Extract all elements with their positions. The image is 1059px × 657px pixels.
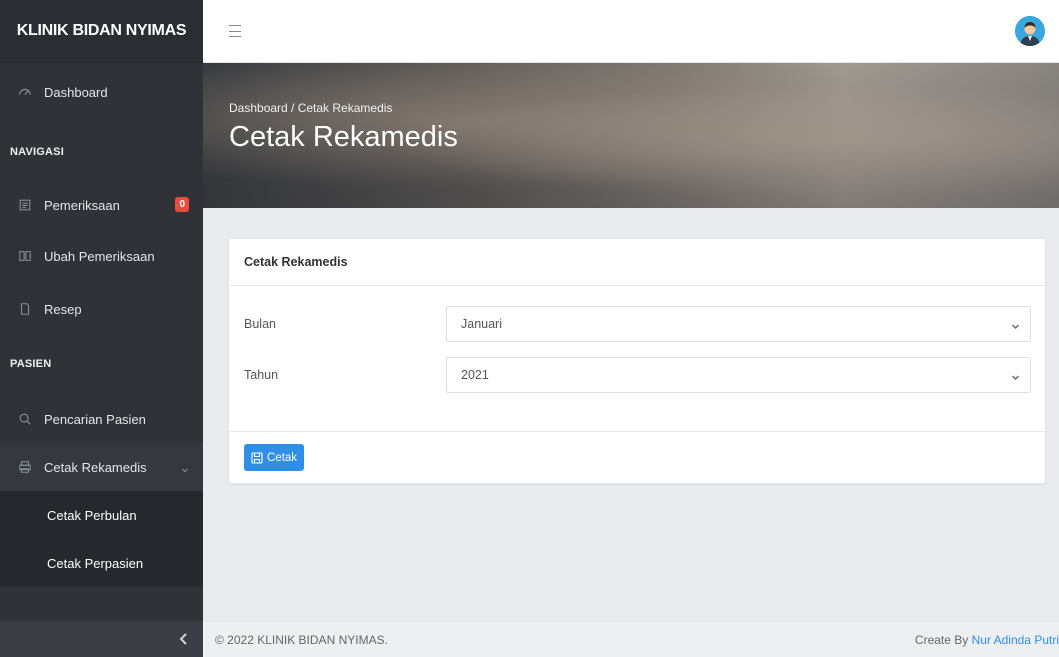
card-title: Cetak Rekamedis	[229, 239, 1045, 286]
file-icon	[18, 302, 32, 316]
sidebar-item-label: Resep	[44, 301, 82, 317]
sidebar-item-label: Ubah Pemeriksaan	[44, 248, 155, 264]
sidebar-item-ubah-pemeriksaan[interactable]: Ubah Pemeriksaan	[0, 227, 203, 285]
book-icon	[18, 249, 32, 263]
sidebar-collapse-button[interactable]	[0, 621, 203, 657]
sidebar: KLINIK BIDAN NYIMAS Dashboard NAVIGASI P…	[0, 0, 203, 657]
sidebar-item-pemeriksaan[interactable]: Pemeriksaan 0	[0, 183, 203, 227]
sidebar-item-resep[interactable]: Resep	[0, 285, 203, 333]
form-row-tahun: Tahun 2021	[244, 357, 1031, 393]
author-link[interactable]: Nur Adinda Putri	[972, 633, 1059, 647]
sidebar-item-label: Cetak Rekamedis	[44, 459, 147, 475]
tahun-select[interactable]: 2021	[446, 357, 1031, 393]
credit-text: Create By Nur Adinda Putri	[915, 633, 1059, 647]
submenu-cetak-rekamedis: Cetak Perbulan Cetak Perpasien	[0, 491, 203, 587]
sidebar-subitem-cetak-perpasien[interactable]: Cetak Perpasien	[0, 539, 203, 587]
dashboard-icon	[18, 85, 32, 99]
created-by-label: Create By	[914, 632, 972, 647]
sidebar-item-label: Pemeriksaan	[44, 197, 120, 213]
user-avatar-icon[interactable]	[1015, 16, 1045, 46]
chevron-left-icon	[179, 633, 189, 645]
card-footer: Cetak	[229, 431, 1045, 483]
sidebar-subitem-cetak-perbulan[interactable]: Cetak Perbulan	[0, 491, 203, 539]
chevron-down-icon	[1011, 371, 1020, 380]
brand-logo[interactable]: KLINIK BIDAN NYIMAS	[0, 0, 203, 63]
form-row-bulan: Bulan Januari	[244, 306, 1031, 342]
top-bar	[203, 0, 1059, 63]
sidebar-item-label: Dashboard	[44, 84, 108, 100]
page-title: Cetak Rekamedis	[229, 121, 458, 153]
bulan-selected-value: Januari	[461, 317, 502, 331]
chevron-down-icon	[181, 462, 189, 473]
chevron-down-icon	[1011, 320, 1020, 329]
tahun-selected-value: 2021	[461, 368, 489, 382]
search-icon	[18, 412, 32, 426]
save-icon	[251, 451, 263, 464]
clipboard-icon	[18, 198, 32, 212]
printer-icon	[18, 460, 32, 474]
breadcrumb[interactable]: Dashboard / Cetak Rekamedis	[229, 101, 458, 115]
sidebar-item-pencarian-pasien[interactable]: Pencarian Pasien	[0, 395, 203, 443]
bulan-label: Bulan	[244, 317, 276, 331]
bulan-select[interactable]: Januari	[446, 306, 1031, 342]
tahun-label: Tahun	[244, 368, 279, 382]
sidebar-item-cetak-rekamedis[interactable]: Cetak Rekamedis	[0, 443, 203, 491]
section-title-navigasi: NAVIGASI	[10, 146, 64, 158]
cetak-button[interactable]: Cetak	[244, 444, 305, 471]
sidebar-item-label: Pencarian Pasien	[44, 411, 146, 427]
cetak-button-label: Cetak	[267, 451, 298, 464]
section-title-pasien: PASIEN	[10, 358, 52, 370]
cetak-rekamedis-card: Cetak Rekamedis Bulan Januari Tahun 2021…	[228, 238, 1046, 484]
page-footer: © 2022 KLINIK BIDAN NYIMAS. Create By Nu…	[203, 621, 1059, 657]
sidebar-item-dashboard[interactable]: Dashboard	[0, 63, 203, 121]
notification-badge: 0	[175, 197, 189, 212]
page-hero-banner: Dashboard / Cetak Rekamedis Cetak Rekame…	[203, 63, 1059, 208]
copyright-text: © 2022 KLINIK BIDAN NYIMAS.	[215, 632, 388, 647]
hamburger-icon[interactable]	[229, 25, 241, 37]
